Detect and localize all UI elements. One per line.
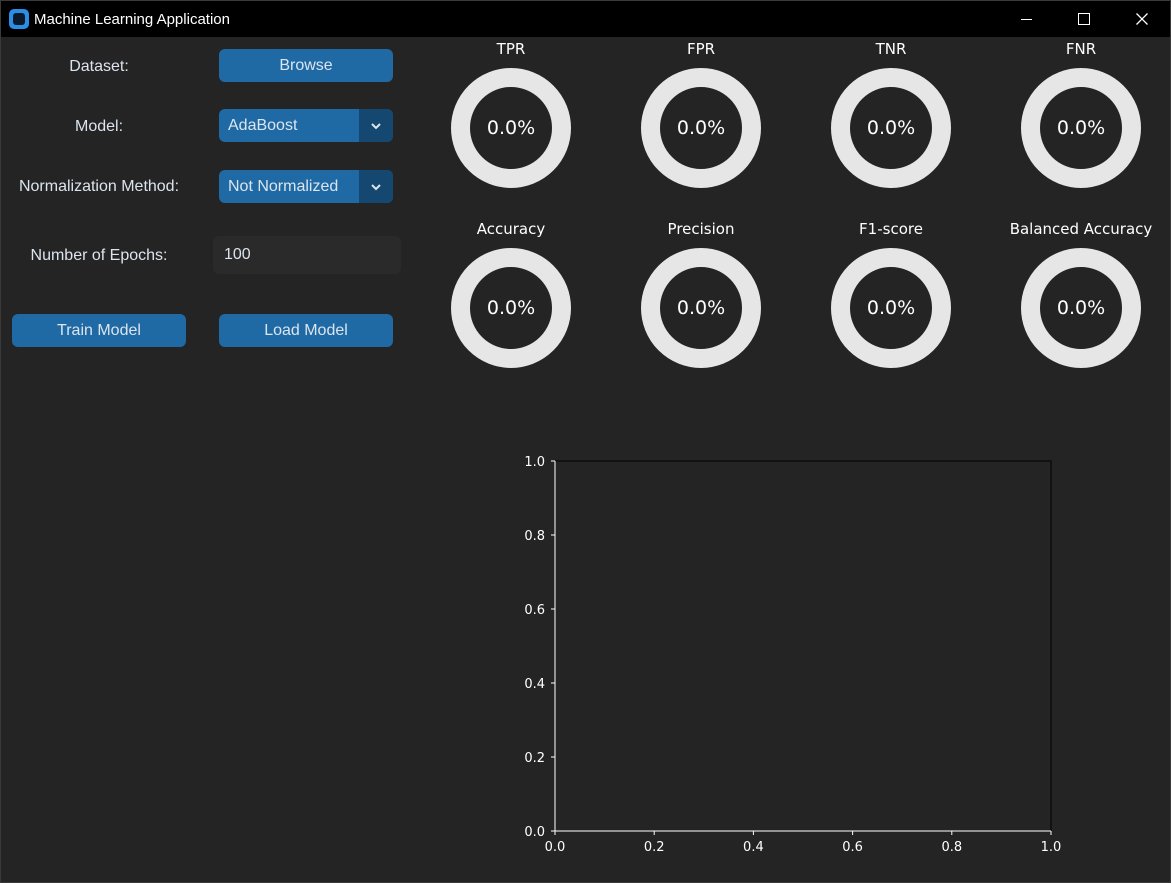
epochs-label: Number of Epochs:: [30, 247, 168, 264]
x-tick-label: 0.6: [842, 840, 863, 855]
app-icon: [9, 9, 29, 29]
metric-title: TNR: [875, 40, 907, 58]
train-model-button[interactable]: Train Model: [12, 314, 186, 347]
metric-value: 0.0%: [486, 297, 536, 319]
x-tick-label: 0.2: [644, 840, 665, 855]
normalization-select-value: Not Normalized: [228, 177, 339, 195]
metric-title: TPR: [496, 40, 526, 58]
dataset-label: Dataset:: [69, 58, 129, 75]
metric-value: 0.0%: [676, 117, 726, 139]
results-chart: 0.0 0.2 0.4 0.6 0.8 1.0 0.0 0.2 0.4 0.6 0.8 1.0: [524, 455, 1062, 855]
normalization-dropdown-button[interactable]: [359, 170, 393, 203]
metric-value: 0.0%: [486, 117, 536, 139]
x-tick-label: 0.4: [743, 840, 764, 855]
epochs-input-value: 100: [224, 246, 251, 263]
model-dropdown-button[interactable]: [359, 109, 393, 142]
model-select-value: AdaBoost: [228, 116, 298, 134]
y-tick-label: 0.4: [524, 677, 545, 692]
chevron-down-icon: [371, 183, 381, 190]
epochs-input[interactable]: 100: [213, 236, 401, 274]
load-model-button[interactable]: Load Model: [219, 314, 393, 347]
app-window: Machine Learning Application Dataset: Br…: [0, 0, 1171, 883]
plot-area: [554, 460, 1052, 832]
window-title: Machine Learning Application: [34, 11, 230, 28]
close-button[interactable]: [1113, 1, 1170, 37]
y-tick-label: 0.8: [524, 529, 545, 544]
close-icon: [1136, 13, 1148, 25]
x-tick-label: 0.0: [545, 840, 566, 855]
chevron-down-icon: [371, 122, 381, 129]
metric-value: 0.0%: [676, 297, 726, 319]
x-tick-label: 1.0: [1041, 840, 1062, 855]
y-tick-label: 0.6: [524, 603, 545, 618]
model-label: Model:: [74, 118, 124, 135]
metric-ring: 0.0%: [831, 68, 951, 188]
metric-value: 0.0%: [1056, 297, 1106, 319]
maximize-button[interactable]: [1055, 1, 1113, 37]
metric-title: Accuracy: [476, 220, 546, 238]
metric-value: 0.0%: [866, 117, 916, 139]
metric-value: 0.0%: [1056, 117, 1106, 139]
metric-title: F1-score: [859, 220, 923, 238]
metric-title: FNR: [1065, 40, 1097, 58]
y-tick-label: 0.2: [524, 751, 545, 766]
metric-title: Balanced Accuracy: [1009, 220, 1153, 238]
y-tick-label: 1.0: [524, 455, 545, 470]
x-tick-label: 0.8: [941, 840, 962, 855]
metric-title: FPR: [686, 40, 716, 58]
metric-ring: 0.0%: [1021, 248, 1141, 368]
title-bar[interactable]: Machine Learning Application: [1, 1, 1170, 37]
metric-title: Precision: [667, 220, 735, 238]
browse-button[interactable]: Browse: [219, 49, 393, 82]
model-select[interactable]: AdaBoost: [219, 109, 393, 142]
normalization-select[interactable]: Not Normalized: [219, 170, 393, 203]
normalization-label: Normalization Method:: [18, 178, 180, 195]
metric-ring: 0.0%: [831, 248, 951, 368]
metric-ring: 0.0%: [1021, 68, 1141, 188]
metric-ring: 0.0%: [451, 248, 571, 368]
minimize-icon: [1020, 18, 1032, 20]
metric-ring: 0.0%: [451, 68, 571, 188]
minimize-button[interactable]: [997, 1, 1055, 37]
maximize-icon: [1078, 13, 1090, 25]
metric-ring: 0.0%: [641, 68, 761, 188]
metric-ring: 0.0%: [641, 248, 761, 368]
y-tick-label: 0.0: [524, 825, 545, 840]
metric-value: 0.0%: [866, 297, 916, 319]
